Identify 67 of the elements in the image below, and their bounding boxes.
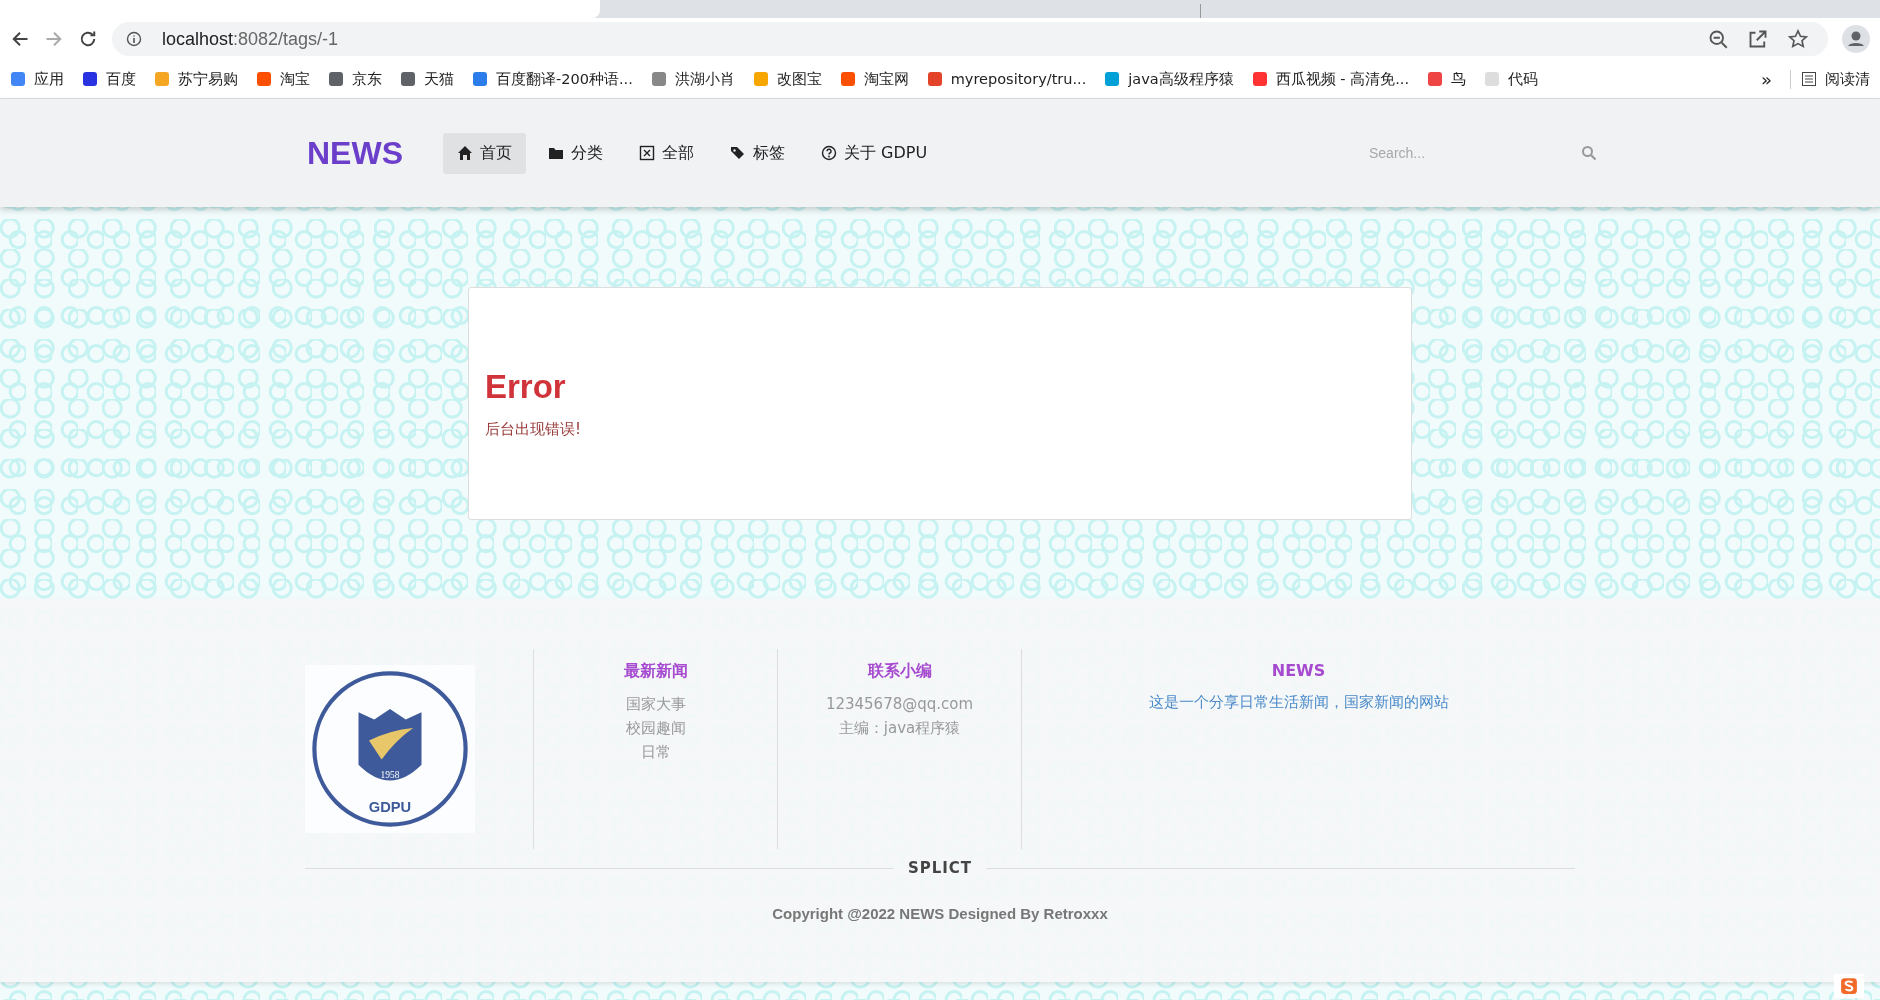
bookmark-item[interactable]: myrepository/tru... xyxy=(926,71,1087,87)
university-logo: 1958 GDPU xyxy=(305,665,475,833)
favicon-icon xyxy=(472,71,488,87)
bookmark-item[interactable]: 百度翻译-200种语... xyxy=(472,69,633,89)
reload-icon[interactable] xyxy=(78,29,98,49)
bookmark-item[interactable]: 应用 xyxy=(10,69,64,89)
input-method-icon[interactable] xyxy=(1840,977,1858,995)
url-text: localhost:8082/tags/-1 xyxy=(162,28,339,50)
folder-icon xyxy=(548,145,564,161)
search-field[interactable]: Search... xyxy=(1367,144,1581,162)
bookmark-item[interactable]: 淘宝网 xyxy=(839,69,909,89)
bookmark-item[interactable]: 百度 xyxy=(82,69,136,89)
favicon-icon xyxy=(400,71,416,87)
contact-text: 主编：java程序猿 xyxy=(838,718,961,739)
favicon-icon xyxy=(256,71,272,87)
favicon-icon xyxy=(1427,71,1443,87)
divider-label: SPLICT xyxy=(907,859,973,877)
contact-text: 12345678@qq.com xyxy=(825,694,974,715)
bookmark-item[interactable]: 代码 xyxy=(1484,69,1538,89)
reading-list-button[interactable]: 阅读清 xyxy=(1790,69,1870,89)
error-message: 后台出现错误! xyxy=(485,420,582,439)
favicon-icon xyxy=(154,71,170,87)
favicon-icon xyxy=(328,71,344,87)
bookmark-item[interactable]: 洪湖小肖 xyxy=(650,69,735,89)
favicon-icon xyxy=(1484,71,1500,87)
favicon-icon xyxy=(1251,71,1268,87)
bookmark-item[interactable]: 鸟 xyxy=(1427,69,1466,89)
address-bar[interactable]: localhost:8082/tags/-1 xyxy=(112,22,1828,56)
bookmark-item[interactable]: 苏宁易购 xyxy=(154,69,238,89)
search-icon[interactable] xyxy=(1581,145,1597,161)
info-icon[interactable] xyxy=(126,31,142,47)
favicon-icon xyxy=(10,71,26,87)
back-icon[interactable] xyxy=(10,29,30,49)
nav-link[interactable]: 标签 xyxy=(716,132,799,174)
bookmark-item[interactable]: java高级程序猿 xyxy=(1104,69,1234,89)
site-logo[interactable]: NEWS xyxy=(307,134,403,172)
error-title: Error xyxy=(485,368,567,406)
bookmark-item[interactable]: 京东 xyxy=(328,69,382,89)
nav-link[interactable]: 关于 GDPU xyxy=(807,132,942,174)
favicon-icon xyxy=(650,71,667,87)
home-icon xyxy=(457,145,473,161)
footer-heading: 最新新闻 xyxy=(623,661,688,682)
favicon-icon xyxy=(82,71,98,87)
profile-avatar-icon[interactable] xyxy=(1842,25,1870,53)
tag-icon xyxy=(730,145,746,161)
favicon-icon xyxy=(752,71,769,87)
help-icon xyxy=(821,145,837,161)
zoom-out-icon[interactable] xyxy=(1708,29,1728,49)
bookmark-item[interactable]: 西瓜视频 - 高清免... xyxy=(1251,69,1409,89)
bookmark-item[interactable]: 改图宝 xyxy=(752,69,822,89)
copyright-text: Copyright @2022 NEWS Designed By Retroxxx xyxy=(772,905,1108,922)
bookmark-item[interactable]: 天猫 xyxy=(400,69,454,89)
nav-link[interactable]: 首页 xyxy=(443,132,526,174)
favicon-icon xyxy=(1104,71,1121,87)
footer-heading: 联系小编 xyxy=(867,661,932,682)
more-bookmarks-button[interactable]: » xyxy=(1761,68,1772,90)
list-icon xyxy=(1801,71,1817,87)
close-box-icon xyxy=(639,145,655,161)
site-description: 这是一个分享日常生活新闻，国家新闻的网站 xyxy=(1148,692,1449,713)
bookmark-item[interactable]: 淘宝 xyxy=(256,69,310,89)
footer-heading: NEWS xyxy=(1271,661,1326,680)
nav-link[interactable]: 全部 xyxy=(625,132,708,174)
star-icon[interactable] xyxy=(1788,29,1808,49)
share-icon[interactable] xyxy=(1748,29,1768,49)
favicon-icon xyxy=(926,71,943,87)
favicon-icon xyxy=(839,71,856,87)
nav-link[interactable]: 分类 xyxy=(534,132,617,174)
